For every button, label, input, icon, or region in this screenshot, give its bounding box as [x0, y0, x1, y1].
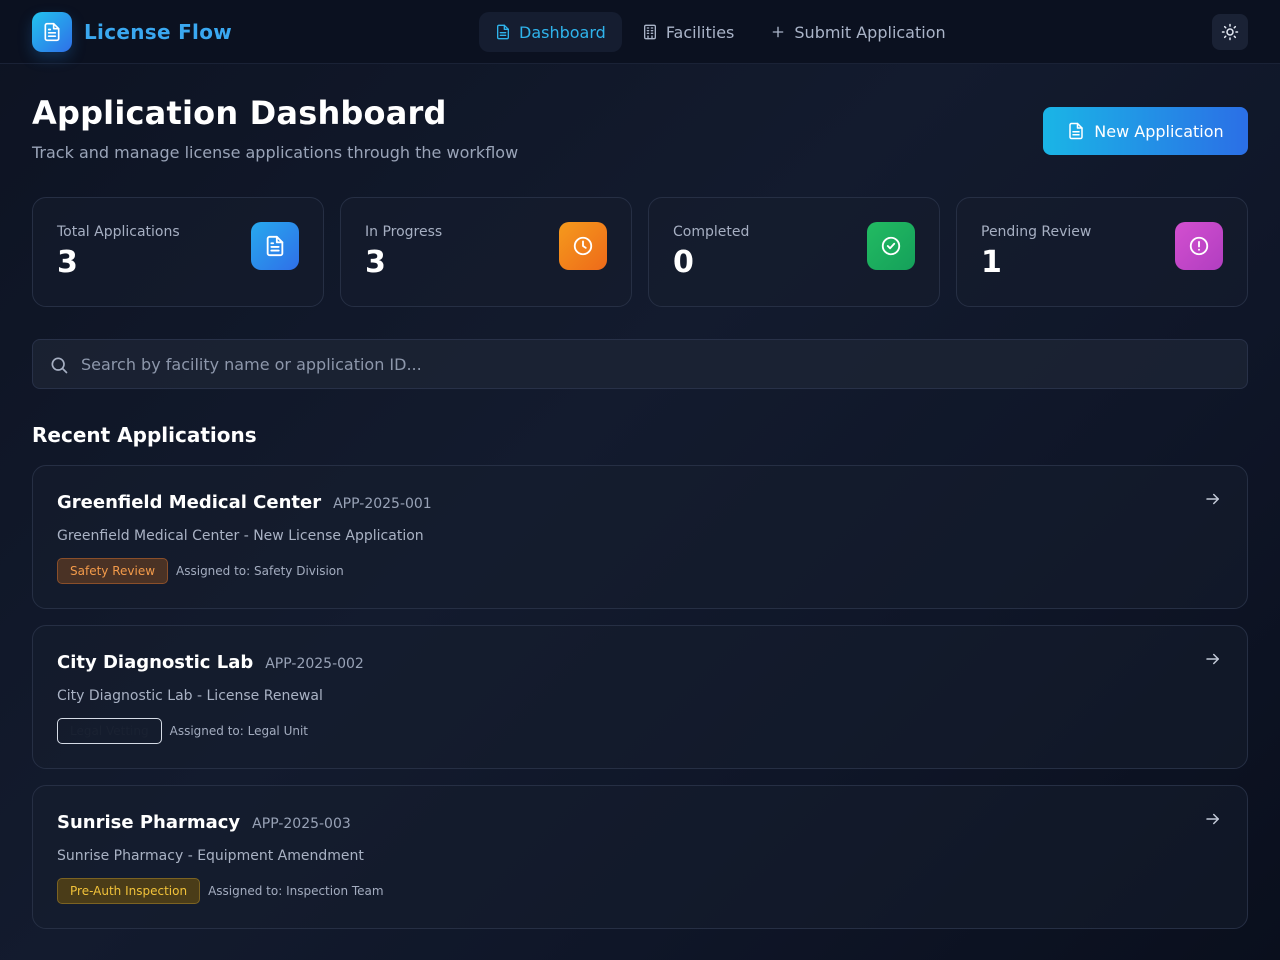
stat-label: Total Applications — [57, 224, 180, 240]
application-card[interactable]: City Diagnostic Lab APP-2025-002 City Di… — [32, 625, 1248, 769]
new-application-label: New Application — [1094, 121, 1224, 141]
assigned-to: Assigned to: Inspection Team — [208, 884, 384, 898]
facility-name: Greenfield Medical Center — [57, 492, 322, 513]
application-meta: Pre-Auth Inspection Assigned to: Inspect… — [57, 878, 384, 904]
facility-name: City Diagnostic Lab — [57, 652, 254, 673]
search-icon — [49, 355, 69, 375]
arrow-right-icon[interactable] — [1204, 650, 1222, 668]
stat-card-pending-review: Pending Review 1 — [956, 197, 1248, 307]
facility-name: Sunrise Pharmacy — [57, 812, 241, 833]
stat-label: Completed — [673, 224, 750, 240]
status-badge: Safety Review — [57, 558, 169, 584]
clock-icon — [559, 222, 607, 270]
brand[interactable]: License Flow — [32, 12, 232, 52]
search-input[interactable] — [81, 340, 1231, 388]
application-id: APP-2025-003 — [252, 816, 351, 832]
page-title: Application Dashboard — [32, 94, 447, 132]
nav-item-label: Dashboard — [519, 22, 606, 42]
application-meta: Safety Review Assigned to: Safety Divisi… — [57, 558, 344, 584]
application-id: APP-2025-002 — [265, 656, 364, 672]
assigned-to: Assigned to: Legal Unit — [169, 724, 309, 738]
application-description: Greenfield Medical Center - New License … — [57, 528, 424, 544]
application-card[interactable]: Sunrise Pharmacy APP-2025-003 Sunrise Ph… — [32, 785, 1248, 929]
arrow-right-icon[interactable] — [1204, 490, 1222, 508]
document-icon — [495, 24, 511, 40]
application-id: APP-2025-001 — [333, 496, 432, 512]
building-icon — [642, 24, 658, 40]
nav-item-label: Facilities — [665, 22, 735, 42]
application-description: City Diagnostic Lab - License Renewal — [57, 688, 323, 704]
application-card[interactable]: Greenfield Medical Center APP-2025-001 G… — [32, 465, 1248, 609]
nav-item-label: Submit Application — [794, 22, 946, 42]
stat-value: 0 — [673, 245, 694, 280]
application-header: Greenfield Medical Center APP-2025-001 — [57, 492, 432, 513]
stat-card-total: Total Applications 3 — [32, 197, 324, 307]
stat-label: In Progress — [365, 224, 443, 240]
plus-icon — [770, 24, 786, 40]
app-name: License Flow — [84, 20, 233, 44]
stat-card-in-progress: In Progress 3 — [340, 197, 632, 307]
application-description: Sunrise Pharmacy - Equipment Amendment — [57, 848, 364, 864]
nav-item-dashboard[interactable]: Dashboard — [479, 12, 622, 52]
application-meta: Legal Vetting Assigned to: Legal Unit — [57, 718, 308, 744]
application-header: Sunrise Pharmacy APP-2025-003 — [57, 812, 351, 833]
stat-value: 1 — [981, 245, 1002, 280]
alert-circle-icon — [1175, 222, 1223, 270]
stat-card-completed: Completed 0 — [648, 197, 940, 307]
nav-item-facilities[interactable]: Facilities — [626, 12, 751, 52]
document-icon — [251, 222, 299, 270]
sun-icon — [1221, 23, 1239, 41]
status-badge: Legal Vetting — [57, 718, 162, 744]
search-bar — [32, 339, 1248, 389]
theme-toggle-button[interactable] — [1212, 14, 1248, 50]
nav-item-submit-application[interactable]: Submit Application — [754, 12, 961, 52]
stat-value: 3 — [57, 245, 78, 280]
stat-value: 3 — [365, 245, 386, 280]
status-badge: Pre-Auth Inspection — [57, 878, 201, 904]
application-header: City Diagnostic Lab APP-2025-002 — [57, 652, 364, 673]
document-icon — [32, 12, 72, 52]
page-subtitle: Track and manage license applications th… — [32, 143, 519, 162]
section-title-recent-applications: Recent Applications — [32, 423, 257, 447]
top-navigation-bar: License Flow Dashboard Facilities Submit… — [0, 0, 1280, 64]
stat-label: Pending Review — [981, 224, 1092, 240]
main-nav: Dashboard Facilities Submit Application — [479, 12, 966, 52]
check-circle-icon — [867, 222, 915, 270]
arrow-right-icon[interactable] — [1204, 810, 1222, 828]
new-application-button[interactable]: New Application — [1043, 107, 1248, 155]
assigned-to: Assigned to: Safety Division — [176, 564, 344, 578]
document-icon — [1067, 122, 1085, 140]
